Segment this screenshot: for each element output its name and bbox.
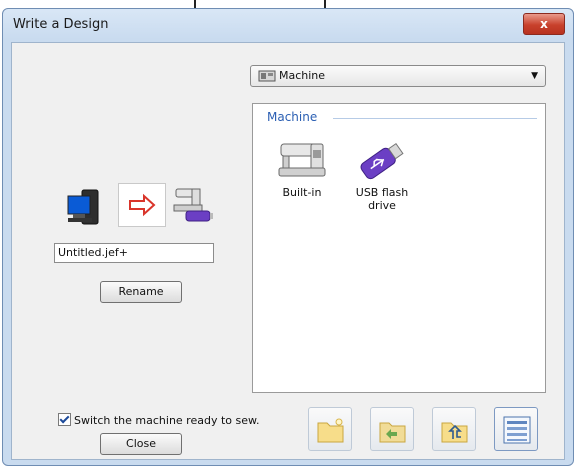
destination-usb-flash-drive[interactable]: USB flash drive — [347, 138, 417, 212]
destination-label: USB flash drive — [355, 186, 409, 212]
dialog-window: Write a Design x Machine ▼ Machine Built… — [2, 8, 574, 466]
target-select[interactable]: Machine ▼ — [250, 65, 546, 87]
list-view-button[interactable] — [494, 407, 538, 451]
machine-icon — [258, 70, 276, 82]
sewing-machine-icon — [278, 143, 326, 177]
folder-up-icon — [441, 422, 468, 443]
new-folder-button[interactable] — [308, 407, 352, 451]
switch-machine-option[interactable]: Switch the machine ready to sew. — [58, 413, 259, 427]
target-select-value: Machine — [279, 69, 326, 82]
close-button[interactable]: Close — [100, 433, 182, 455]
switch-machine-checkbox[interactable] — [58, 413, 71, 426]
list-view-icon — [503, 416, 531, 444]
header-divider — [333, 118, 537, 119]
file-name-field: Untitled.jef+ — [54, 243, 214, 263]
new-folder-icon — [317, 418, 344, 443]
switch-machine-label: Switch the machine ready to sew. — [74, 414, 260, 427]
arrow-right-icon — [129, 193, 156, 217]
window-title: Write a Design — [13, 17, 109, 32]
destination-built-in[interactable]: Built-in — [267, 138, 337, 199]
folder-back-button[interactable] — [370, 407, 414, 451]
chevron-down-icon: ▼ — [531, 71, 538, 81]
dialog-client: Machine ▼ Machine Built-in USB flash dri… — [11, 42, 565, 460]
machine-panel-header: Machine — [267, 110, 318, 124]
window-close-button[interactable]: x — [523, 13, 565, 35]
machine-panel: Machine Built-in USB flash drive — [252, 103, 546, 393]
computer-icon — [67, 189, 99, 225]
folder-back-icon — [379, 422, 406, 443]
machine-usb-icon — [173, 188, 213, 222]
transfer-direction — [118, 183, 166, 227]
destination-label: Built-in — [282, 186, 322, 199]
usb-flash-drive-icon — [360, 142, 404, 180]
folder-up-button[interactable] — [432, 407, 476, 451]
rename-button[interactable]: Rename — [100, 281, 182, 303]
